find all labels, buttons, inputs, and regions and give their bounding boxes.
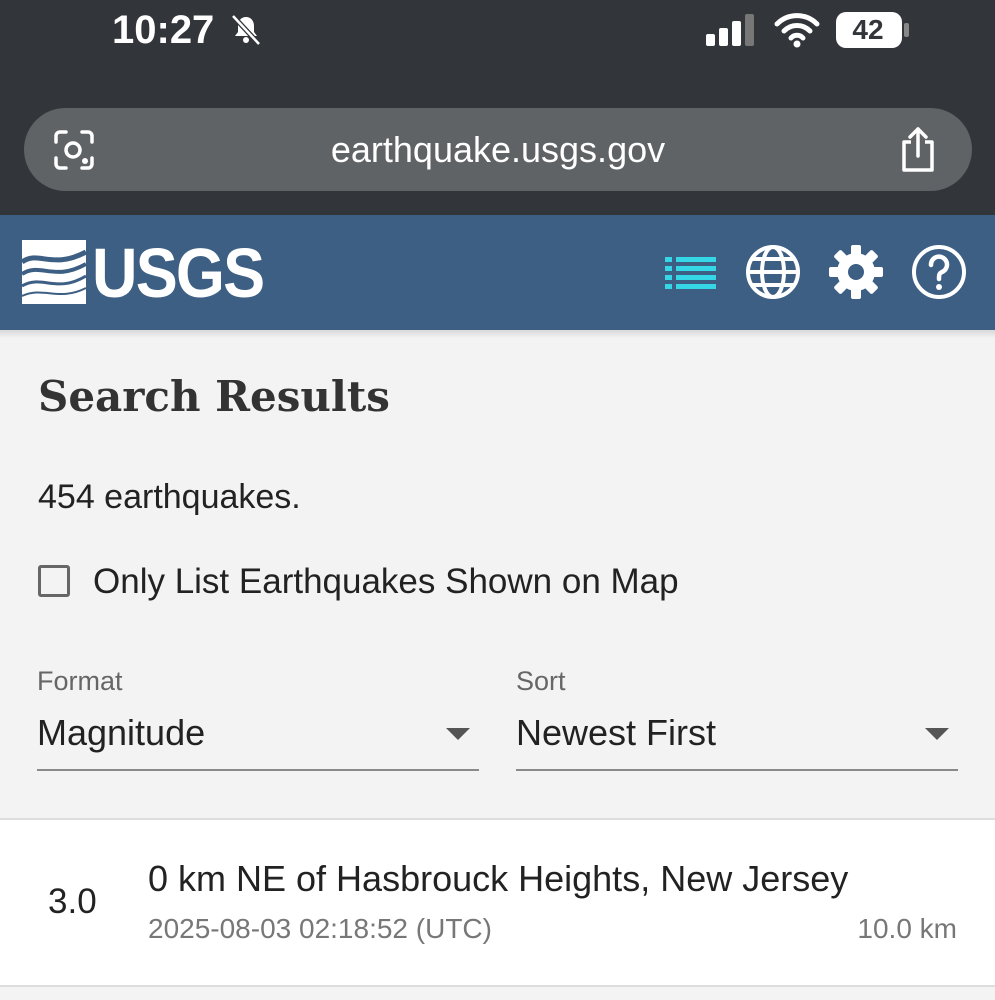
settings-gear-icon[interactable] <box>826 242 886 302</box>
format-select[interactable]: Magnitude <box>37 712 205 754</box>
globe-icon[interactable] <box>743 242 803 302</box>
sort-dropdown-caret-icon[interactable] <box>925 728 949 740</box>
earthquake-depth: 10.0 km <box>857 913 957 944</box>
battery-level: 42 <box>852 14 884 45</box>
cellular-signal-icon <box>706 14 754 46</box>
page-title: Search Results <box>38 372 390 421</box>
help-icon[interactable] <box>909 242 969 302</box>
earthquake-list-item[interactable]: 3.0 0 km NE of Hasbrouck Heights, New Je… <box>0 820 995 985</box>
status-time: 10:27 <box>112 8 215 52</box>
sort-underline <box>516 769 958 771</box>
earthquake-place: 0 km NE of Hasbrouck Heights, New Jersey <box>148 858 849 899</box>
wifi-icon <box>774 13 820 48</box>
address-bar[interactable]: earthquake.usgs.gov <box>24 108 972 191</box>
only-list-map-label[interactable]: Only List Earthquakes Shown on Map <box>93 562 679 602</box>
sort-label: Sort <box>516 666 566 696</box>
usgs-logo-wave-icon[interactable] <box>22 240 86 304</box>
earthquake-time: 2025-08-03 02:18:52 (UTC) <box>148 913 492 944</box>
format-label: Format <box>37 666 123 696</box>
status-bar: 10:27 42 <box>0 0 995 95</box>
browser-bar: earthquake.usgs.gov <box>0 95 995 215</box>
header-shadow <box>0 330 995 338</box>
visual-lookup-icon[interactable] <box>52 128 96 172</box>
usgs-logo[interactable]: USGS <box>92 233 265 313</box>
result-count: 454 earthquakes. <box>38 478 301 516</box>
bell-slash-icon <box>231 14 261 46</box>
sort-select[interactable]: Newest First <box>516 712 716 754</box>
site-header: USGS <box>0 215 995 330</box>
list-bottom-divider <box>0 985 995 987</box>
magnitude: 3.0 <box>48 882 97 921</box>
share-icon[interactable] <box>896 126 940 174</box>
format-dropdown-caret-icon[interactable] <box>446 728 470 740</box>
format-underline <box>37 769 479 771</box>
only-list-map-checkbox[interactable] <box>38 565 70 597</box>
url-text[interactable]: earthquake.usgs.gov <box>24 108 972 191</box>
list-icon[interactable] <box>662 242 722 302</box>
